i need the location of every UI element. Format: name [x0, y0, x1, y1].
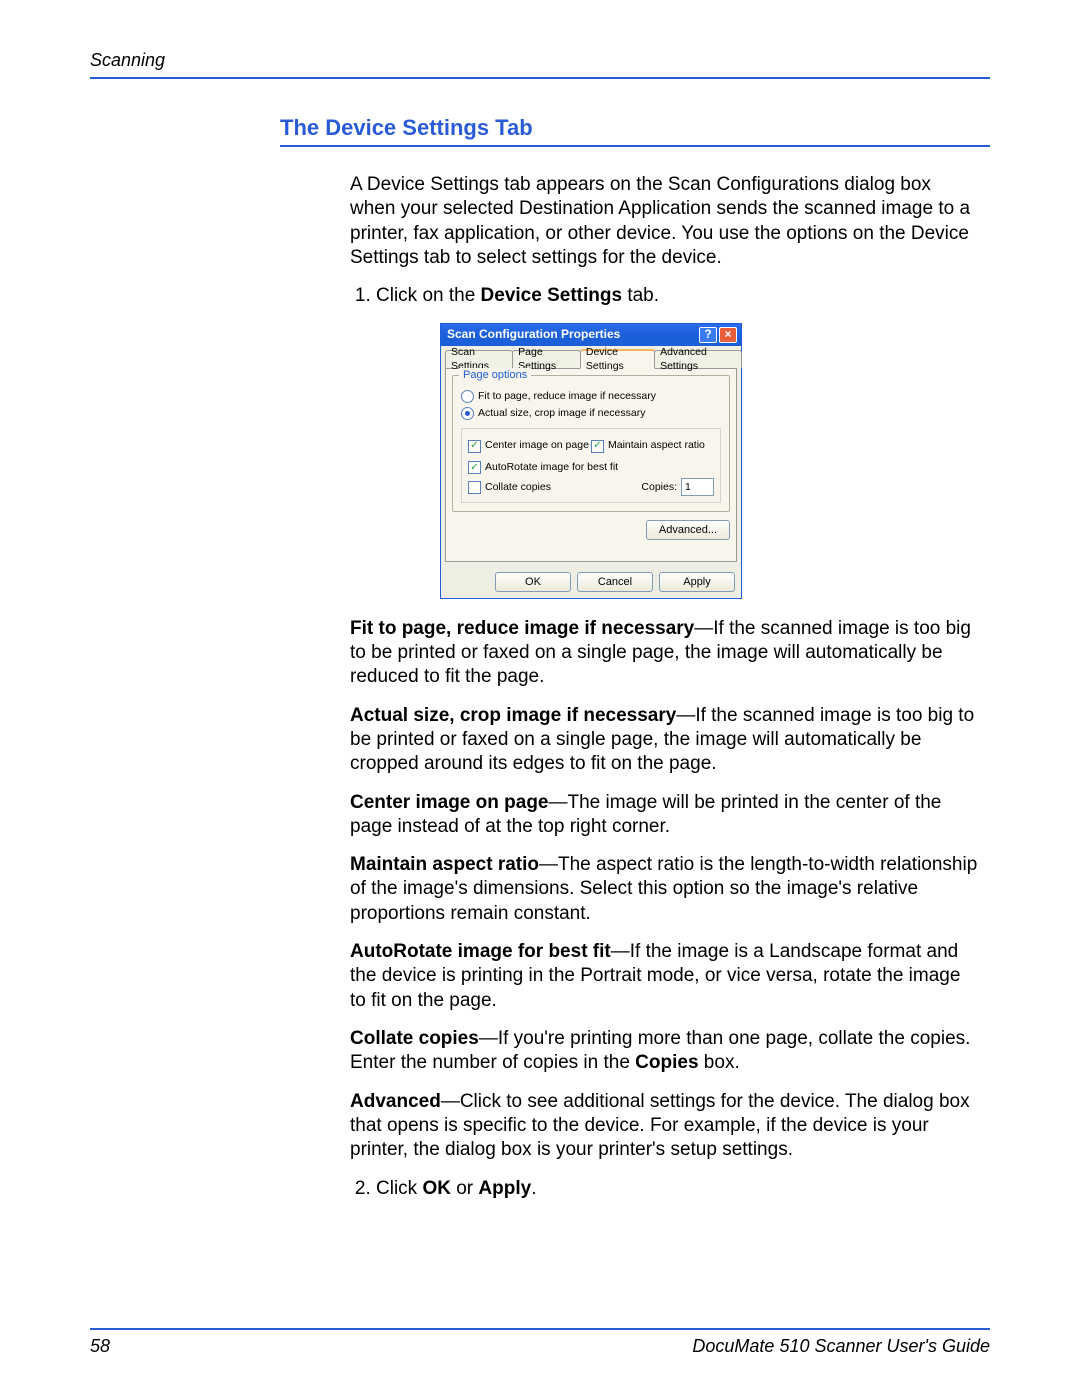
tab-page-settings[interactable]: Page Settings	[512, 350, 581, 368]
section-title: The Device Settings Tab	[280, 115, 990, 147]
tab-scan-settings[interactable]: Scan Settings	[445, 350, 513, 368]
intro-paragraph: A Device Settings tab appears on the Sca…	[350, 173, 980, 270]
radio-fit[interactable]	[461, 390, 474, 403]
dialog-titlebar: Scan Configuration Properties ? ×	[441, 324, 741, 346]
page: Scanning The Device Settings Tab A Devic…	[0, 0, 1080, 1397]
apply-button[interactable]: Apply	[659, 572, 735, 592]
dialog: Scan Configuration Properties ? × Scan S…	[440, 323, 742, 599]
book-title: DocuMate 510 Scanner User's Guide	[130, 1336, 990, 1357]
radio-actual[interactable]	[461, 407, 474, 420]
step-1: Click on the Device Settings tab.	[376, 284, 980, 308]
page-options-group: Page options Fit to page, reduce image i…	[452, 375, 730, 513]
dialog-title: Scan Configuration Properties	[447, 327, 620, 342]
check-collate[interactable]	[468, 481, 481, 494]
running-head: Scanning	[90, 50, 990, 79]
desc-center: Center image on page—The image will be p…	[350, 791, 980, 840]
tab-panel: Page options Fit to page, reduce image i…	[445, 368, 737, 562]
dialog-tabs: Scan Settings Page Settings Device Setti…	[441, 350, 741, 368]
label-autorotate: AutoRotate image for best fit	[485, 461, 618, 474]
desc-fit: Fit to page, reduce image if necessary—I…	[350, 617, 980, 690]
desc-aspect: Maintain aspect ratio—The aspect ratio i…	[350, 853, 980, 926]
check-autorotate[interactable]: ✓	[468, 461, 481, 474]
desc-actual: Actual size, crop image if necessary—If …	[350, 704, 980, 777]
sub-options: ✓ Center image on page ✓ Maintain aspect…	[461, 428, 721, 503]
tab-advanced-settings[interactable]: Advanced Settings	[654, 350, 742, 368]
dialog-figure: Scan Configuration Properties ? × Scan S…	[440, 323, 980, 599]
cancel-button[interactable]: Cancel	[577, 572, 653, 592]
page-footer: 58 DocuMate 510 Scanner User's Guide	[90, 1328, 990, 1357]
page-number: 58	[90, 1336, 130, 1357]
ok-button[interactable]: OK	[495, 572, 571, 592]
check-center[interactable]: ✓	[468, 440, 481, 453]
check-aspect[interactable]: ✓	[591, 440, 604, 453]
body-column: A Device Settings tab appears on the Sca…	[350, 173, 980, 1201]
groupbox-legend: Page options	[459, 368, 531, 382]
advanced-button[interactable]: Advanced...	[646, 520, 730, 540]
label-center: Center image on page	[485, 439, 589, 452]
close-icon[interactable]: ×	[719, 327, 737, 343]
dialog-button-row: OK Cancel Apply	[441, 566, 741, 598]
desc-collate: Collate copies—If you're printing more t…	[350, 1027, 980, 1076]
tab-device-settings[interactable]: Device Settings	[580, 349, 655, 369]
copies-label: Copies:	[641, 481, 677, 494]
copies-input[interactable]: 1	[681, 478, 714, 496]
label-aspect: Maintain aspect ratio	[608, 439, 705, 452]
label-actual: Actual size, crop image if necessary	[478, 407, 646, 420]
help-icon[interactable]: ?	[699, 327, 717, 343]
label-fit: Fit to page, reduce image if necessary	[478, 390, 656, 403]
desc-autorotate: AutoRotate image for best fit—If the ima…	[350, 940, 980, 1013]
label-collate: Collate copies	[485, 481, 551, 494]
step-2: Click OK or Apply.	[376, 1177, 980, 1201]
desc-advanced: Advanced—Click to see additional setting…	[350, 1090, 980, 1163]
